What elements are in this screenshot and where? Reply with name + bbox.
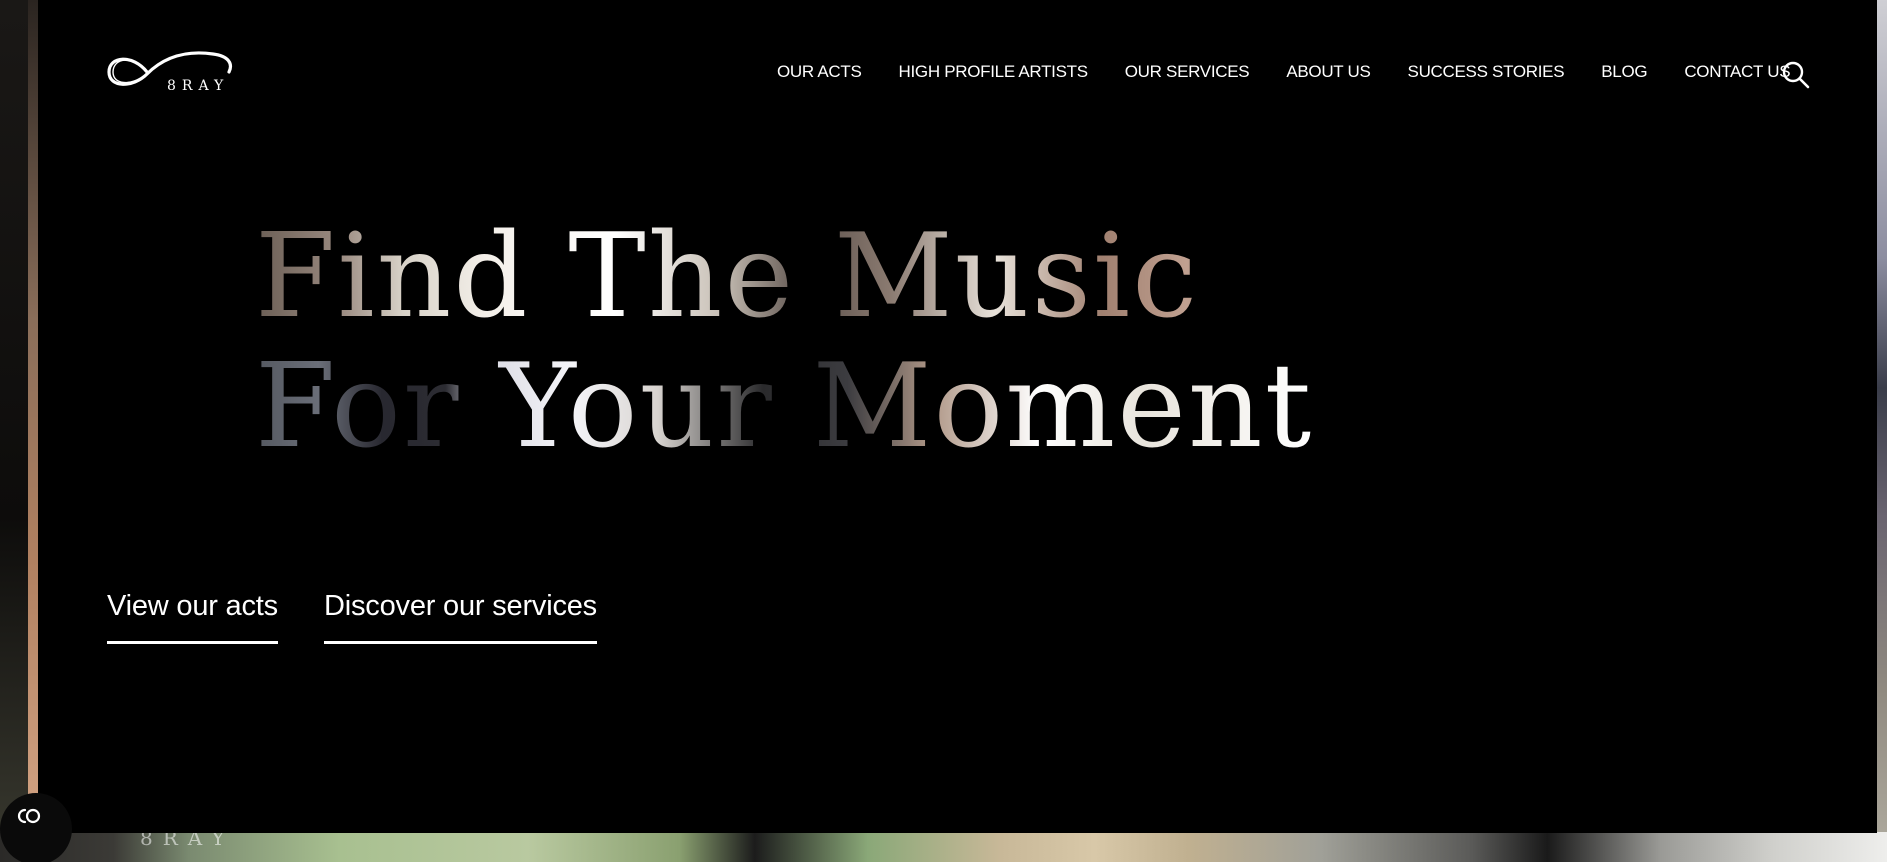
hero-headline-line-1: Find The Music xyxy=(255,212,1313,342)
page: 8RAY 8RAY OUR ACTS HIGH PROFILE ARTISTS … xyxy=(0,0,1887,862)
hero-headline-line-2: For Your Moment xyxy=(255,339,1314,474)
nav-about-us[interactable]: ABOUT US xyxy=(1286,61,1371,83)
main-nav: OUR ACTS HIGH PROFILE ARTISTS OUR SERVIC… xyxy=(777,61,1791,83)
hero-video-right-edge xyxy=(1877,0,1887,862)
hero-headline: Find The Music For Your Moment xyxy=(255,212,1313,472)
cookie-settings-button[interactable] xyxy=(0,793,72,862)
nav-contact-us[interactable]: CONTACT US xyxy=(1684,61,1790,83)
hero-video-bottom-strip xyxy=(0,832,1887,862)
nav-success-stories[interactable]: SUCCESS STORIES xyxy=(1408,61,1565,83)
nav-high-profile-artists[interactable]: HIGH PROFILE ARTISTS xyxy=(899,61,1089,83)
nav-blog[interactable]: BLOG xyxy=(1601,61,1647,83)
cookie-settings-icon xyxy=(17,808,41,824)
view-our-acts-link[interactable]: View our acts xyxy=(107,590,278,644)
search-icon[interactable] xyxy=(1781,60,1811,90)
discover-our-services-link[interactable]: Discover our services xyxy=(324,590,597,644)
hero-video-left-edge xyxy=(28,0,38,800)
nav-our-services[interactable]: OUR SERVICES xyxy=(1125,61,1250,83)
logo-wordmark: 8RAY xyxy=(167,78,230,94)
nav-our-acts[interactable]: OUR ACTS xyxy=(777,61,862,83)
